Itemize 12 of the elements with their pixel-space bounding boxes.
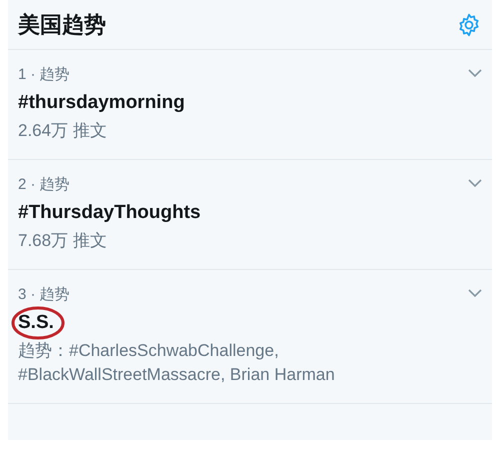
trend-rank: 3 · 趋势	[18, 285, 71, 305]
trend-name[interactable]: #thursdaymorning	[18, 92, 185, 112]
trend-detail: 2.64万 推文	[18, 120, 108, 142]
trend-rank: 2 · 趋势	[18, 175, 71, 195]
trend-rank: 1 · 趋势	[18, 65, 71, 85]
trend-detail: 趋势：#CharlesSchwabChallenge, #BlackWallStreetMassacre, Brian Harman	[18, 340, 336, 386]
chevron-down-icon[interactable]	[468, 68, 482, 78]
chevron-down-icon[interactable]	[468, 178, 482, 188]
panel-title: 美国趋势	[18, 11, 106, 39]
trend-detail: 7.68万 推文	[18, 230, 108, 252]
chevron-down-icon[interactable]	[468, 288, 482, 298]
trend-name[interactable]: #ThursdayThoughts	[18, 202, 201, 222]
